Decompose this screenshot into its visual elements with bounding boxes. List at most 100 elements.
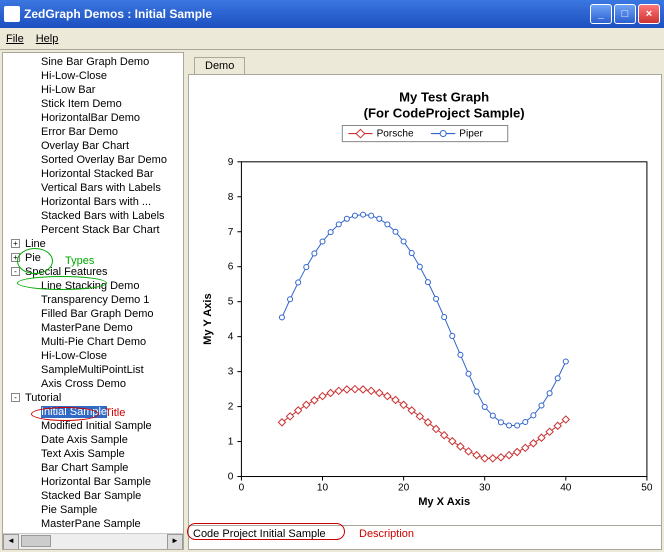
tree-item[interactable]: Line Stacking Demo bbox=[5, 279, 183, 293]
tree-expander-icon[interactable]: - bbox=[11, 267, 20, 276]
svg-text:Piper: Piper bbox=[459, 129, 483, 140]
tree-item[interactable]: Vertical Bars with Labels bbox=[5, 181, 183, 195]
tree-expander-icon[interactable]: - bbox=[11, 393, 20, 402]
app-icon bbox=[4, 6, 20, 22]
tree-item-label: Hi-Low-Close bbox=[41, 70, 107, 82]
svg-text:My X Axis: My X Axis bbox=[418, 496, 470, 508]
tree-item-label: Pie Sample bbox=[41, 504, 97, 516]
tree-item[interactable]: Bar Chart Sample bbox=[5, 461, 183, 475]
tree-item-label: Overlay Bar Chart bbox=[41, 140, 129, 152]
tree-item[interactable]: Stick Item Demo bbox=[5, 97, 183, 111]
svg-text:20: 20 bbox=[398, 483, 410, 494]
tree-expander-icon[interactable]: + bbox=[11, 239, 20, 248]
annotation-types: Types bbox=[65, 255, 94, 267]
tree-scrollbar[interactable]: ◄ ► bbox=[3, 533, 183, 549]
tree-item[interactable]: Transparency Demo 1 bbox=[5, 293, 183, 307]
svg-text:3: 3 bbox=[228, 367, 234, 378]
tree-item-label: SampleMultiPointList bbox=[41, 364, 144, 376]
scroll-left-button[interactable]: ◄ bbox=[3, 534, 19, 550]
close-button[interactable]: × bbox=[638, 4, 660, 24]
tree-item-label: Line bbox=[25, 238, 46, 250]
description-panel: Code Project Initial Sample Description bbox=[188, 526, 662, 550]
tree-item[interactable]: -Special Features bbox=[5, 265, 183, 279]
svg-text:Porsche: Porsche bbox=[377, 129, 414, 140]
svg-text:(For CodeProject Sample): (For CodeProject Sample) bbox=[364, 105, 525, 120]
tree-item[interactable]: Pie Sample bbox=[5, 503, 183, 517]
annotation-title: Title bbox=[105, 407, 125, 419]
svg-text:40: 40 bbox=[560, 483, 572, 494]
tree-item-label: Horizontal Bars with ... bbox=[41, 196, 151, 208]
svg-text:My Y Axis: My Y Axis bbox=[202, 293, 214, 345]
svg-text:30: 30 bbox=[479, 483, 491, 494]
svg-text:My Test Graph: My Test Graph bbox=[399, 89, 489, 104]
tree-item[interactable]: Overlay Bar Chart bbox=[5, 139, 183, 153]
tree-item-label: Percent Stack Bar Chart bbox=[41, 224, 160, 236]
tab-bar: Demo bbox=[188, 52, 662, 74]
tree-item[interactable]: Horizontal Stacked Bar bbox=[5, 167, 183, 181]
tree-item-label: Filled Bar Graph Demo bbox=[41, 308, 154, 320]
tree-panel: Sine Bar Graph Demo Hi-Low-Close Hi-Low Ba… bbox=[2, 52, 184, 550]
chart-area: My Test Graph(For CodeProject Sample) Por… bbox=[188, 74, 662, 526]
tree-item[interactable]: Multi-Pie Chart Demo bbox=[5, 335, 183, 349]
svg-text:2: 2 bbox=[228, 402, 234, 413]
minimize-button[interactable]: _ bbox=[590, 4, 612, 24]
tree-item[interactable]: Axis Cross Demo bbox=[5, 377, 183, 391]
tab-demo[interactable]: Demo bbox=[194, 57, 245, 74]
tree-item[interactable]: Hi-Low-Close bbox=[5, 349, 183, 363]
svg-text:9: 9 bbox=[228, 157, 234, 168]
title-bar: ZedGraph Demos : Initial Sample _ □ × bbox=[0, 0, 664, 28]
scroll-thumb[interactable] bbox=[21, 535, 51, 547]
menu-help[interactable]: Help bbox=[36, 33, 59, 45]
tree-item[interactable]: Text Axis Sample bbox=[5, 447, 183, 461]
svg-text:7: 7 bbox=[228, 227, 234, 238]
tree-item[interactable]: Modified Initial Sample bbox=[5, 419, 183, 433]
tree-item[interactable]: Stacked Bar Sample bbox=[5, 489, 183, 503]
tree-item[interactable]: + Line bbox=[5, 237, 183, 251]
tree-item[interactable]: HorizontalBar Demo bbox=[5, 111, 183, 125]
tree-expander-icon[interactable]: + bbox=[11, 253, 20, 262]
tree-item-label: Stacked Bars with Labels bbox=[41, 210, 165, 222]
tree-item-label: Date Axis Sample bbox=[41, 434, 128, 446]
svg-text:50: 50 bbox=[641, 483, 653, 494]
tree-item-label: Pie bbox=[25, 252, 41, 264]
tree-item[interactable]: Hi-Low Bar bbox=[5, 83, 183, 97]
tree-item-label: Stacked Bar Sample bbox=[41, 490, 141, 502]
scroll-right-button[interactable]: ► bbox=[167, 534, 183, 550]
tree-item[interactable]: Sine Bar Graph Demo bbox=[5, 55, 183, 69]
tree-item-label: Horizontal Stacked Bar bbox=[41, 168, 154, 180]
annotation-description: Description bbox=[359, 528, 414, 540]
tree-item-label: MasterPane Demo bbox=[41, 322, 133, 334]
tree-item-label: Initial Sample bbox=[41, 406, 107, 418]
tree-item[interactable]: -Tutorial bbox=[5, 391, 183, 405]
maximize-button[interactable]: □ bbox=[614, 4, 636, 24]
tree-item[interactable]: Filled Bar Graph Demo bbox=[5, 307, 183, 321]
menu-file[interactable]: File bbox=[6, 33, 24, 45]
tree-item[interactable]: Stacked Bars with Labels bbox=[5, 209, 183, 223]
tree-item[interactable]: Percent Stack Bar Chart bbox=[5, 223, 183, 237]
tree-item[interactable]: Sorted Overlay Bar Demo bbox=[5, 153, 183, 167]
svg-text:0: 0 bbox=[228, 472, 234, 483]
svg-text:8: 8 bbox=[228, 192, 234, 203]
tree-item[interactable]: Error Bar Demo bbox=[5, 125, 183, 139]
tree-item-label: Hi-Low Bar bbox=[41, 84, 95, 96]
tree-item[interactable]: MasterPane Demo bbox=[5, 321, 183, 335]
tree-item[interactable]: Horizontal Bar Sample bbox=[5, 475, 183, 489]
tree-item[interactable]: Initial Sample bbox=[5, 405, 183, 419]
tree-item-label: Horizontal Bar Sample bbox=[41, 476, 151, 488]
tree-item[interactable]: Hi-Low-Close bbox=[5, 69, 183, 83]
tree-item[interactable]: Horizontal Bars with ... bbox=[5, 195, 183, 209]
description-text: Code Project Initial Sample bbox=[193, 528, 326, 540]
svg-text:1: 1 bbox=[228, 437, 234, 448]
tree-item-label: MasterPane Sample bbox=[41, 518, 141, 530]
tree-item-label: Text Axis Sample bbox=[41, 448, 125, 460]
svg-text:0: 0 bbox=[239, 483, 245, 494]
tree-item-label: Sine Bar Graph Demo bbox=[41, 56, 149, 68]
tree-item[interactable]: MasterPane Sample bbox=[5, 517, 183, 531]
svg-text:4: 4 bbox=[228, 332, 234, 343]
tree-item-label: Special Features bbox=[25, 266, 108, 278]
tree-item[interactable]: SampleMultiPointList bbox=[5, 363, 183, 377]
tree-item-label: Stick Item Demo bbox=[41, 98, 122, 110]
tree-item-label: Transparency Demo 1 bbox=[41, 294, 149, 306]
tree-item-label: Bar Chart Sample bbox=[41, 462, 128, 474]
tree-item[interactable]: Date Axis Sample bbox=[5, 433, 183, 447]
